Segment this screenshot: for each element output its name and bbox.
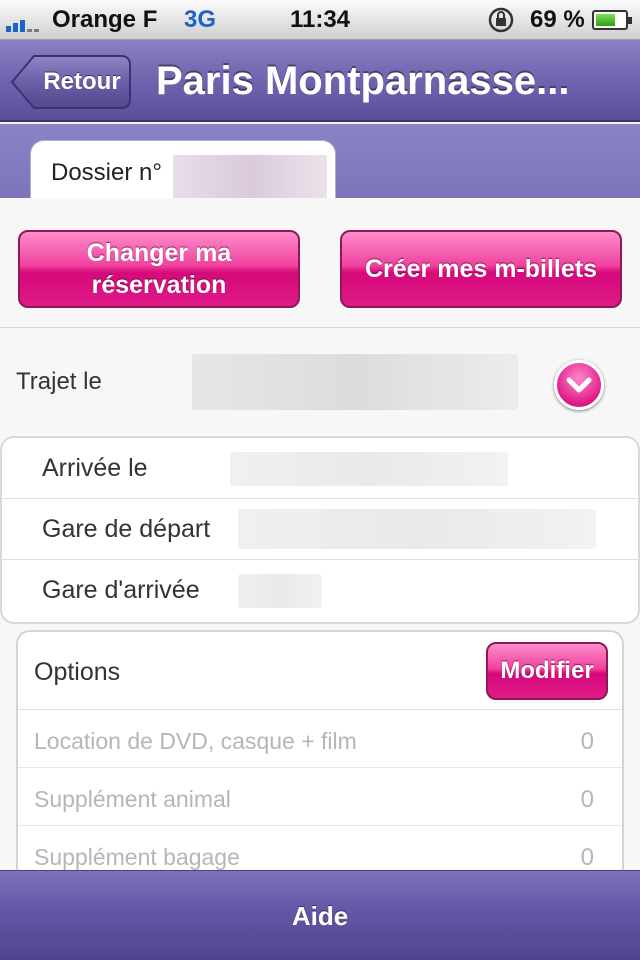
status-bar: Orange F 3G 11:34 69 % bbox=[0, 0, 640, 40]
option-label: Supplément bagage bbox=[34, 844, 240, 870]
main-content[interactable]: Changer ma réservation Créer mes m-bille… bbox=[0, 198, 640, 870]
change-reservation-button[interactable]: Changer ma réservation bbox=[18, 230, 300, 308]
redacted-arrival-station bbox=[238, 574, 322, 608]
battery-percentage: 69 % bbox=[530, 6, 585, 33]
chevron-down-icon bbox=[566, 377, 592, 393]
option-label: Supplément animal bbox=[34, 786, 231, 812]
options-title: Options bbox=[34, 658, 121, 686]
option-row: Supplément animal 0 bbox=[18, 768, 622, 826]
tab-dossier[interactable]: Dossier n° bbox=[30, 140, 336, 207]
rotation-lock-icon bbox=[486, 6, 516, 34]
departure-station-row: Gare de départ bbox=[2, 499, 638, 560]
departure-station-label: Gare de départ bbox=[42, 515, 211, 543]
modify-options-button[interactable]: Modifier bbox=[486, 642, 608, 700]
create-tickets-button[interactable]: Créer mes m-billets bbox=[340, 230, 622, 308]
tab-dossier-label: Dossier n° bbox=[51, 159, 162, 186]
back-button[interactable]: Retour bbox=[10, 54, 132, 110]
trajet-row[interactable]: Trajet le bbox=[0, 328, 640, 438]
arrival-date-label: Arrivée le bbox=[42, 454, 148, 482]
page-title: Paris Montparnasse... bbox=[156, 59, 570, 103]
battery-icon bbox=[592, 10, 632, 30]
expand-trip-button[interactable] bbox=[554, 360, 604, 410]
option-value: 0 bbox=[580, 844, 594, 870]
tab-band: Dossier n° bbox=[0, 124, 640, 207]
redacted-arrival-date bbox=[230, 452, 508, 486]
options-panel: Options Modifier Location de DVD, casque… bbox=[16, 630, 624, 870]
action-buttons-row: Changer ma réservation Créer mes m-bille… bbox=[0, 198, 640, 328]
bottom-toolbar: Aide bbox=[0, 870, 640, 960]
redacted-departure-station bbox=[238, 509, 596, 549]
options-header: Options Modifier bbox=[18, 632, 622, 710]
option-label: Location de DVD, casque + film bbox=[34, 728, 357, 754]
help-button[interactable]: Aide bbox=[0, 871, 640, 960]
back-button-label: Retour bbox=[43, 68, 121, 95]
option-row: Supplément bagage 0 bbox=[18, 826, 622, 870]
arrival-station-row: Gare d'arrivée bbox=[2, 560, 638, 621]
arrival-station-label: Gare d'arrivée bbox=[42, 576, 200, 604]
battery-level-fill bbox=[596, 14, 616, 26]
trajet-label: Trajet le bbox=[16, 368, 102, 395]
arrival-date-row: Arrivée le bbox=[2, 438, 638, 499]
redacted-trip-date bbox=[192, 354, 518, 410]
trip-details-group: Arrivée le Gare de départ Gare d'arrivée bbox=[0, 436, 640, 624]
option-value: 0 bbox=[580, 786, 594, 813]
option-value: 0 bbox=[580, 728, 594, 755]
option-row: Location de DVD, casque + film 0 bbox=[18, 710, 622, 768]
navigation-bar: Retour Paris Montparnasse... bbox=[0, 40, 640, 122]
